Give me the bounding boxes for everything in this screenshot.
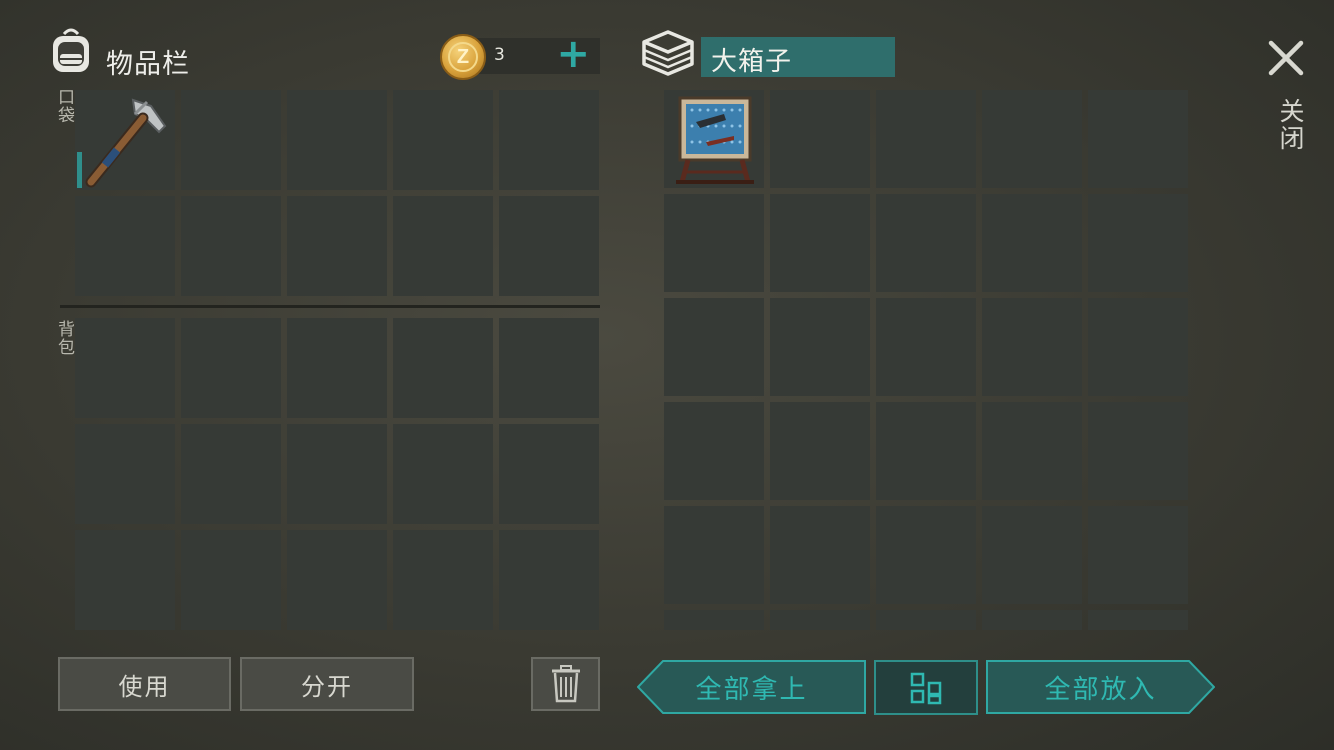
pocket-slot[interactable] bbox=[393, 196, 493, 296]
workbench-pegboard-icon bbox=[666, 92, 762, 192]
coin-icon: Z bbox=[440, 34, 486, 80]
box-slot[interactable] bbox=[1088, 402, 1188, 500]
box-slot[interactable] bbox=[770, 610, 870, 630]
pocket-slot[interactable] bbox=[181, 196, 281, 296]
sort-button[interactable] bbox=[874, 660, 978, 715]
box-slot[interactable] bbox=[664, 402, 764, 500]
bag-slot[interactable] bbox=[75, 318, 175, 418]
bag-slot[interactable] bbox=[499, 318, 599, 418]
box-slot[interactable] bbox=[982, 194, 1082, 292]
bag-slot[interactable] bbox=[287, 530, 387, 630]
box-slot[interactable] bbox=[770, 506, 870, 604]
bag-slot[interactable] bbox=[181, 424, 281, 524]
box-grid bbox=[664, 90, 1188, 630]
bag-slot[interactable] bbox=[75, 530, 175, 630]
bag-slot[interactable] bbox=[181, 530, 281, 630]
bag-slot[interactable] bbox=[75, 424, 175, 524]
box-slot[interactable] bbox=[770, 298, 870, 396]
crate-icon bbox=[640, 26, 696, 78]
box-slot[interactable] bbox=[1088, 298, 1188, 396]
section-divider bbox=[60, 305, 600, 308]
box-slot[interactable] bbox=[664, 90, 764, 188]
box-slot[interactable] bbox=[982, 298, 1082, 396]
box-slot[interactable] bbox=[664, 506, 764, 604]
bag-grid bbox=[75, 318, 599, 630]
box-slot[interactable] bbox=[982, 506, 1082, 604]
bag-slot[interactable] bbox=[499, 424, 599, 524]
box-slot[interactable] bbox=[876, 194, 976, 292]
box-title: 大箱子 bbox=[701, 37, 895, 77]
box-slot[interactable] bbox=[664, 194, 764, 292]
box-slot[interactable] bbox=[770, 402, 870, 500]
trash-button[interactable] bbox=[531, 657, 600, 711]
bag-slot[interactable] bbox=[287, 318, 387, 418]
durability-bar bbox=[77, 152, 82, 188]
pocket-slot[interactable] bbox=[181, 90, 281, 190]
box-slot[interactable] bbox=[982, 90, 1082, 188]
box-slot[interactable] bbox=[770, 90, 870, 188]
box-slot[interactable] bbox=[982, 402, 1082, 500]
put-all-button[interactable]: 全部放入 bbox=[986, 660, 1215, 714]
trash-icon bbox=[551, 665, 580, 703]
box-slot[interactable] bbox=[1088, 506, 1188, 604]
box-slot[interactable] bbox=[1088, 194, 1188, 292]
bag-slot[interactable] bbox=[287, 424, 387, 524]
box-slot[interactable] bbox=[664, 610, 764, 630]
split-button[interactable]: 分开 bbox=[240, 657, 414, 711]
take-all-label: 全部拿上 bbox=[695, 674, 808, 705]
use-button[interactable]: 使用 bbox=[58, 657, 231, 711]
close-button[interactable] bbox=[1262, 34, 1310, 82]
box-slot[interactable] bbox=[876, 90, 976, 188]
box-slot[interactable] bbox=[1088, 610, 1188, 630]
pocket-slot[interactable] bbox=[499, 90, 599, 190]
bag-slot[interactable] bbox=[393, 530, 493, 630]
box-slot[interactable] bbox=[1088, 90, 1188, 188]
pocket-slot[interactable] bbox=[499, 196, 599, 296]
pocket-slot[interactable] bbox=[75, 90, 175, 190]
box-slot[interactable] bbox=[876, 506, 976, 604]
pocket-slot[interactable] bbox=[287, 196, 387, 296]
box-slot[interactable] bbox=[876, 298, 976, 396]
pocket-slot[interactable] bbox=[393, 90, 493, 190]
bag-slot[interactable] bbox=[393, 318, 493, 418]
inventory-title: 物品栏 bbox=[106, 49, 190, 80]
coin-balance: Z 3 + bbox=[440, 32, 600, 80]
bag-slot[interactable] bbox=[181, 318, 281, 418]
pocket-label: 口袋 bbox=[54, 88, 74, 124]
pocket-grid bbox=[75, 90, 599, 296]
box-slot[interactable] bbox=[876, 402, 976, 500]
box-area bbox=[664, 90, 1188, 630]
take-all-button[interactable]: 全部拿上 bbox=[637, 660, 866, 714]
close-label[interactable]: 关闭 bbox=[1272, 98, 1308, 152]
bag-slot[interactable] bbox=[393, 424, 493, 524]
add-coins-button[interactable]: + bbox=[556, 32, 590, 76]
box-slot[interactable] bbox=[770, 194, 870, 292]
close-icon bbox=[1268, 40, 1304, 76]
box-slot[interactable] bbox=[982, 610, 1082, 630]
bag-label: 背包 bbox=[54, 320, 74, 356]
box-slot[interactable] bbox=[664, 298, 764, 396]
pocket-slot[interactable] bbox=[75, 196, 175, 296]
coin-count: 3 bbox=[494, 45, 505, 65]
pickaxe-icon bbox=[77, 92, 173, 192]
pocket-slot[interactable] bbox=[287, 90, 387, 190]
bag-slot[interactable] bbox=[499, 530, 599, 630]
backpack-icon bbox=[46, 26, 96, 76]
box-slot[interactable] bbox=[876, 610, 976, 630]
put-all-label: 全部放入 bbox=[1044, 674, 1157, 705]
sort-grid-icon bbox=[910, 672, 942, 704]
